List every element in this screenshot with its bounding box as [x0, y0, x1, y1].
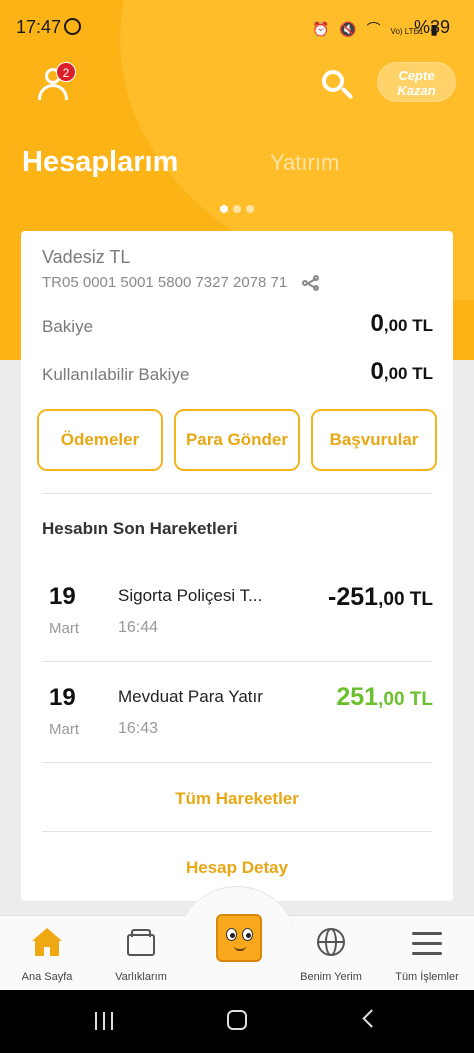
available-dec: ,00 TL — [383, 364, 433, 383]
account-name: Vadesiz TL — [42, 247, 131, 267]
tx-amount: -251,00 TL — [328, 583, 433, 612]
carousel-dot — [220, 205, 228, 213]
all-transactions-link[interactable]: Tüm Hareketler — [21, 789, 453, 809]
tx-amount: 251,00 TL — [336, 683, 433, 712]
menu-icon — [409, 926, 445, 962]
payments-button[interactable]: Ödemeler — [37, 409, 163, 471]
cepte-kazan-line2: Kazan — [397, 83, 436, 98]
tab-yatirim[interactable]: Yatırım — [270, 150, 339, 176]
globe-user-icon — [313, 926, 349, 962]
mascot-icon[interactable] — [216, 914, 262, 962]
tx-description: Sigorta Poliçesi T... — [118, 586, 263, 605]
balance-label: Bakiye — [42, 317, 94, 336]
carousel-dot — [246, 205, 254, 213]
tx-day: 19 — [49, 583, 76, 610]
available-balance-label: Kullanılabilir Bakiye — [42, 365, 190, 384]
balance-dec: ,00 TL — [383, 316, 433, 335]
nav-home[interactable]: Ana Sayfa — [0, 926, 94, 983]
account-detail-link[interactable]: Hesap Detay — [21, 858, 453, 878]
tx-month: Mart — [49, 620, 79, 637]
send-money-button[interactable]: Para Gönder — [174, 409, 300, 471]
available-balance-value: 0,00 TL — [371, 358, 433, 386]
recent-apps-button[interactable] — [95, 1012, 115, 1030]
status-bar: 17:47 ⏰ 🔇 ⌒ Vo) LTE1 ▮ %39 — [0, 0, 474, 52]
balance-value: 0,00 TL — [371, 310, 433, 338]
wallet-icon — [123, 926, 159, 962]
search-button[interactable] — [320, 68, 354, 102]
tx-month: Mart — [49, 721, 79, 738]
available-int: 0 — [370, 358, 384, 385]
nav-my-place-label: Benim Yerim — [300, 971, 362, 983]
tx-amount-int: 251 — [336, 683, 379, 711]
back-button[interactable] — [362, 1009, 381, 1028]
carousel-indicator — [220, 200, 259, 218]
share-icon[interactable] — [302, 275, 320, 291]
balance-int: 0 — [370, 310, 384, 337]
divider — [42, 493, 432, 494]
tx-day: 19 — [49, 684, 76, 711]
system-home-button[interactable] — [227, 1010, 247, 1030]
nav-my-place[interactable]: Benim Yerim — [284, 926, 378, 983]
tx-time: 16:43 — [118, 720, 159, 737]
account-card: Vadesiz TL TR05 0001 5001 5800 7327 2078… — [21, 231, 453, 901]
cepte-kazan-line1: Cepte — [398, 68, 435, 83]
bottom-navigation: Ana Sayfa Varlıklarım Benim Yerim Tüm İş… — [0, 886, 474, 990]
divider — [42, 661, 432, 662]
nav-assets[interactable]: Varlıklarım — [94, 926, 188, 983]
tx-time: 16:44 — [118, 619, 159, 636]
profile-button[interactable]: 2 — [36, 62, 76, 100]
nav-home-label: Ana Sayfa — [21, 971, 73, 983]
home-icon — [29, 926, 65, 962]
notification-badge: 2 — [56, 62, 76, 82]
tx-description: Mevduat Para Yatır — [118, 687, 263, 706]
cepte-kazan-button[interactable]: Cepte Kazan — [377, 62, 456, 102]
system-navigation-bar — [0, 990, 474, 1053]
tx-amount-int: -251 — [328, 583, 379, 611]
divider — [42, 831, 432, 832]
transactions-title: Hesabın Son Hareketleri — [42, 519, 238, 538]
nav-all-operations-label: Tüm İşlemler — [395, 971, 459, 983]
applications-button[interactable]: Başvurular — [311, 409, 437, 471]
battery-level: %39 — [414, 17, 451, 37]
tx-amount-dec: ,00 TL — [378, 589, 433, 610]
tx-amount-dec: ,00 TL — [378, 689, 433, 710]
nav-assets-label: Varlıklarım — [115, 971, 167, 983]
tab-hesaplarim[interactable]: Hesaplarım — [22, 146, 178, 179]
account-iban: TR05 0001 5001 5800 7327 2078 71 — [42, 274, 288, 291]
whatsapp-icon — [64, 18, 81, 35]
carousel-dot — [233, 205, 241, 213]
nav-all-operations[interactable]: Tüm İşlemler — [380, 926, 474, 983]
status-time: 17:47 — [16, 17, 62, 37]
divider — [42, 762, 432, 763]
